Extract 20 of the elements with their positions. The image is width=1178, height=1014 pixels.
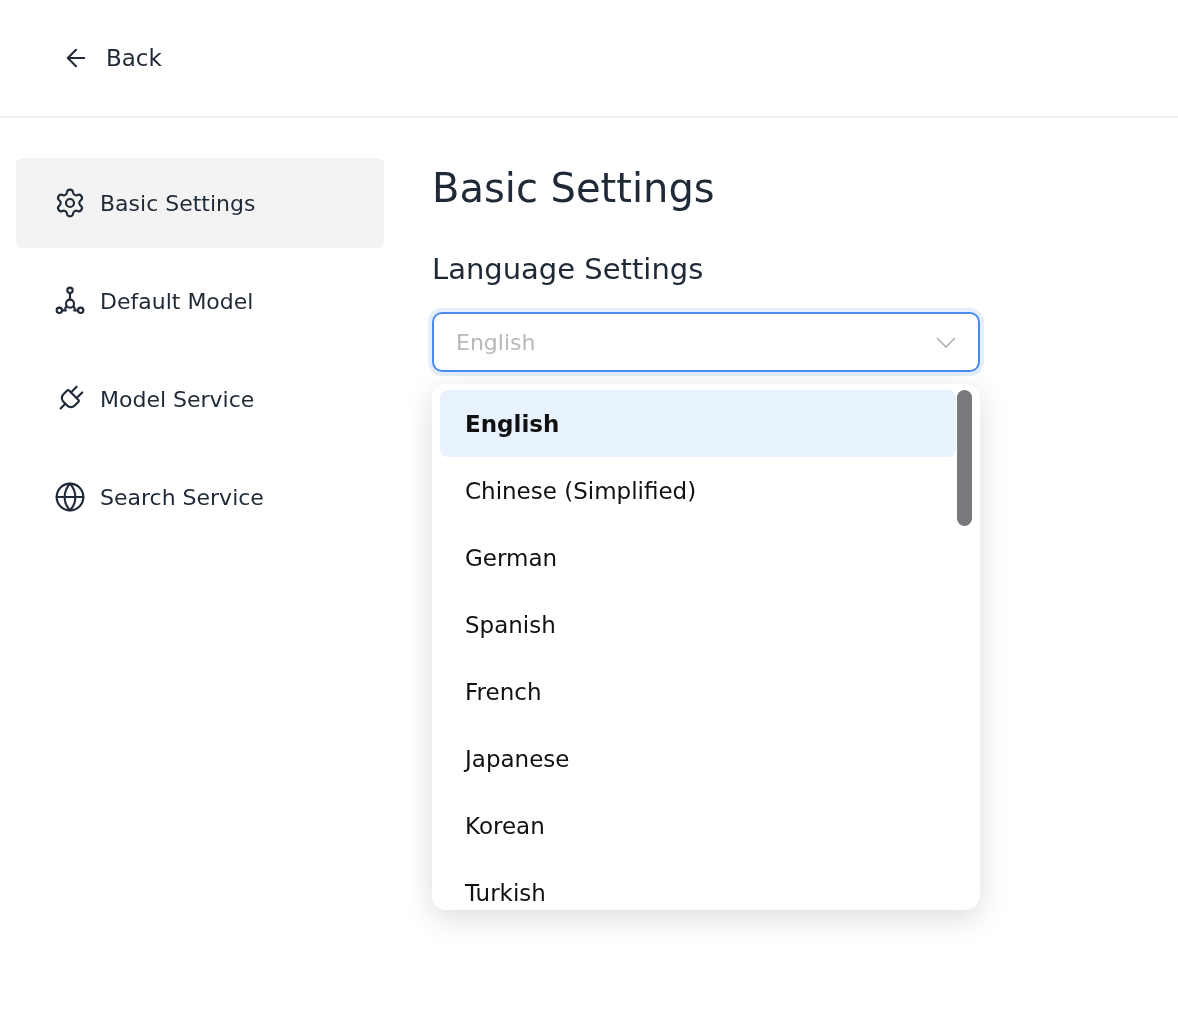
back-button[interactable]: Back [62,44,162,72]
section-title: Language Settings [432,251,705,288]
sidebar-item[interactable]: Basic Settings [16,158,384,248]
nodes-icon [54,285,86,317]
dropdown-option[interactable]: French [440,658,956,725]
dropdown-option[interactable]: Chinese (Simplified) [440,457,956,524]
sidebar-item[interactable]: Model Service [16,354,384,444]
dropdown-option[interactable]: Korean [440,792,956,859]
dropdown-option[interactable]: Japanese [440,725,956,792]
globe-icon [54,481,86,513]
dropdown-option[interactable]: German [440,524,956,591]
chevron-down-icon [936,336,956,348]
sidebar-item[interactable]: Default Model [16,256,384,346]
page-title: Basic Settings [432,164,716,213]
settings-icon [54,187,86,219]
dropdown-option[interactable]: Turkish [440,859,956,910]
scrollbar-thumb[interactable] [957,390,972,526]
dropdown-option[interactable]: English [440,390,956,457]
sidebar-item[interactable]: Search Service [16,452,384,542]
dropdown-option[interactable]: Spanish [440,591,956,658]
